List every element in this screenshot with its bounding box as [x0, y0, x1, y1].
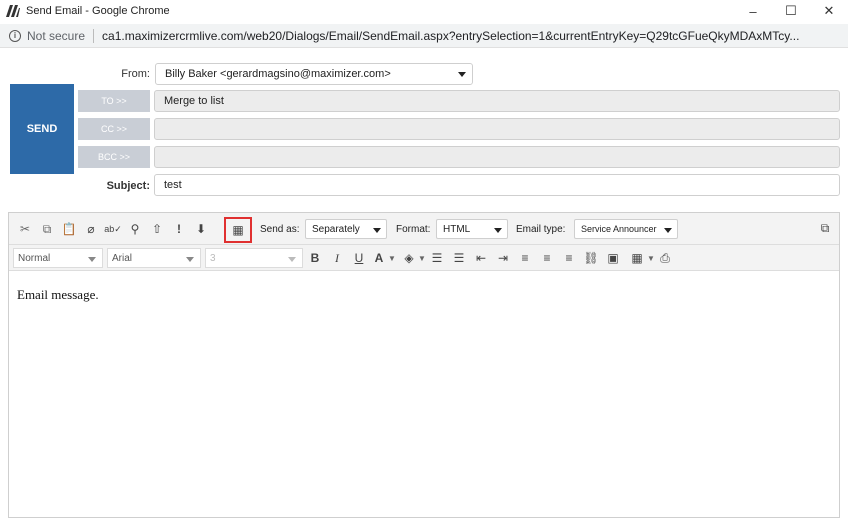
font-select[interactable]: Arial [107, 248, 201, 268]
info-icon[interactable]: i [9, 29, 21, 42]
close-button[interactable]: ✕ [810, 0, 848, 22]
from-value: Billy Baker <gerardmagsino@maximizer.com… [165, 68, 391, 80]
maximize-button[interactable]: ☐ [772, 0, 810, 22]
style-select[interactable]: Normal [13, 248, 103, 268]
email-body-text[interactable]: Email message. [17, 287, 99, 303]
format-label: Format: [396, 224, 431, 235]
chevron-down-icon [664, 228, 672, 233]
size-select[interactable]: 3 [205, 248, 303, 268]
preview-icon[interactable]: ⧉ [817, 220, 833, 236]
to-button[interactable]: TO >> [78, 90, 150, 112]
format-select[interactable]: HTML [436, 219, 508, 239]
from-select[interactable]: Billy Baker <gerardmagsino@maximizer.com… [155, 63, 473, 85]
chevron-down-icon [288, 257, 296, 262]
indent-icon[interactable]: ⇥ [495, 250, 511, 266]
subject-input[interactable]: test [154, 174, 840, 196]
style-value: Normal [18, 252, 51, 264]
spellcheck-icon[interactable]: ab✓ [104, 221, 122, 237]
email-editor[interactable]: ✂ ⧉ 📋 ⌀ ab✓ ⚲ ⇧ ! ⬇ ▦ Send as: Separatel… [8, 212, 840, 518]
copy-icon[interactable]: ⧉ [39, 221, 55, 237]
size-value: 3 [210, 252, 216, 264]
font-value: Arial [112, 252, 133, 264]
paste-icon[interactable]: 📋 [61, 221, 77, 237]
app-icon [6, 5, 20, 17]
email-type-label: Email type: [516, 224, 566, 235]
send-as-select[interactable]: Separately [305, 219, 387, 239]
link-icon[interactable]: ⛓ [583, 250, 599, 266]
send-as-value: Separately [312, 223, 360, 235]
format-value: HTML [443, 223, 471, 235]
send-button[interactable]: SEND [10, 84, 74, 174]
align-right-icon[interactable]: ≡ [561, 250, 577, 266]
cc-button[interactable]: CC >> [78, 118, 150, 140]
format-toolbar: Normal Arial 3 B I U A ▼ ◈ ▼ ☰ ☰ ⇤ ⇥ ≡ ≡… [9, 245, 839, 271]
bulleted-list-icon[interactable]: ☰ [451, 250, 467, 266]
window-titlebar: Send Email - Google Chrome – ☐ ✕ [0, 0, 848, 22]
editor-toolbar: ✂ ⧉ 📋 ⌀ ab✓ ⚲ ⇧ ! ⬇ ▦ Send as: Separatel… [9, 213, 839, 245]
cut-icon[interactable]: ✂ [17, 221, 33, 237]
font-color-chevron-icon[interactable]: ▼ [384, 250, 400, 266]
outdent-icon[interactable]: ⇤ [473, 250, 489, 266]
chevron-down-icon [458, 72, 466, 77]
email-type-select[interactable]: Service Announcer [574, 219, 678, 239]
underline-icon[interactable]: U [351, 250, 367, 266]
minimize-button[interactable]: – [734, 0, 772, 22]
chevron-down-icon [373, 228, 381, 233]
image-icon[interactable]: ▣ [605, 250, 621, 266]
subject-value: test [164, 179, 182, 191]
low-importance-icon[interactable]: ⬇ [193, 221, 209, 237]
bold-icon[interactable]: B [307, 250, 323, 266]
template-icon[interactable]: ▦ [230, 222, 246, 238]
priority-up-icon[interactable]: ⇧ [149, 221, 165, 237]
from-label: From: [121, 68, 150, 80]
window-title: Send Email - Google Chrome [26, 5, 170, 17]
highlight-chevron-icon[interactable]: ▼ [414, 250, 430, 266]
html-source-icon[interactable]: ⎙ [657, 250, 673, 266]
url-text[interactable]: ca1.maximizercrmlive.com/web20/Dialogs/E… [102, 29, 799, 43]
numbered-list-icon[interactable]: ☰ [429, 250, 445, 266]
to-value: Merge to list [164, 95, 224, 107]
high-importance-icon[interactable]: ! [171, 221, 187, 237]
align-left-icon[interactable]: ≡ [517, 250, 533, 266]
address-bar[interactable]: i Not secure ca1.maximizercrmlive.com/we… [0, 24, 848, 48]
bcc-button[interactable]: BCC >> [78, 146, 150, 168]
attach-icon[interactable]: ⌀ [83, 221, 99, 237]
find-icon[interactable]: ⚲ [127, 221, 143, 237]
chevron-down-icon [186, 257, 194, 262]
subject-label: Subject: [106, 180, 150, 192]
security-status[interactable]: Not secure [27, 28, 95, 43]
italic-icon[interactable]: I [329, 250, 345, 266]
chevron-down-icon [88, 257, 96, 262]
chevron-down-icon [494, 228, 502, 233]
email-type-value: Service Announcer [581, 224, 657, 234]
send-as-label: Send as: [260, 224, 300, 235]
align-center-icon[interactable]: ≡ [539, 250, 555, 266]
to-field[interactable]: Merge to list [154, 90, 840, 112]
bcc-field[interactable] [154, 146, 840, 168]
cc-field[interactable] [154, 118, 840, 140]
